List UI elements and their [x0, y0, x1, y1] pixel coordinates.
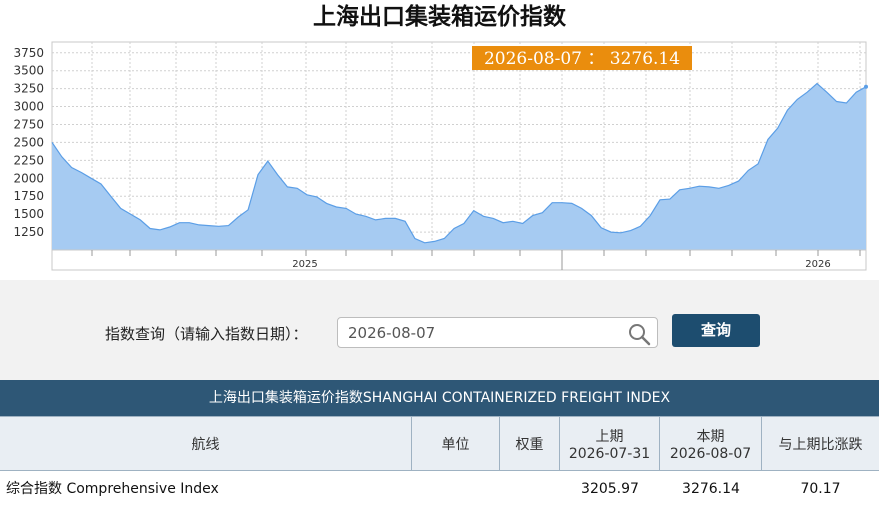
row-previous: 3205.97: [581, 481, 639, 497]
column-change-label: 与上期比涨跌: [778, 436, 863, 453]
row-unit: [412, 471, 500, 504]
row-weight: [500, 471, 560, 504]
column-current-label: 本期: [696, 428, 725, 445]
column-route: 航线: [0, 417, 412, 470]
column-previous-date: 2026-07-31: [568, 445, 651, 462]
column-weight: 权重: [500, 417, 560, 470]
query-label: 指数查询（请输入指数日期）：: [105, 325, 308, 343]
y-tick-label: 3750: [13, 46, 44, 60]
column-weight-label: 权重: [515, 436, 544, 453]
x-tick-label-2026: 2026: [805, 259, 830, 270]
date-value: 2026-08-07: [348, 324, 436, 342]
query-button[interactable]: 查询: [672, 314, 760, 347]
row-change: 70.17: [800, 481, 841, 497]
table-column-headers: 航线 单位 权重 上期 2026-07-31 本期 2026-08-07 与上期…: [0, 416, 879, 471]
y-tick-label: 2250: [13, 153, 44, 167]
query-panel: 指数查询（请输入指数日期）： 2026-08-07 查询: [0, 280, 879, 380]
sci-line-chart[interactable]: 3750 3500 3250 3000 2750 2500 2250 2000 1750 1500…: [0, 34, 879, 278]
column-route-label: 航线: [191, 436, 220, 453]
column-previous: 上期 2026-07-31: [560, 417, 660, 470]
x-axis-band: [51, 249, 867, 271]
search-icon[interactable]: [627, 322, 651, 346]
current-point: [864, 84, 868, 89]
date-input[interactable]: 2026-08-07: [337, 317, 658, 348]
y-tick-label: 1500: [13, 207, 44, 221]
page-title: 上海出口集装箱运价指数: [313, 3, 566, 30]
column-previous-label: 上期: [595, 428, 624, 445]
y-tick-label: 3250: [13, 82, 44, 96]
x-tick-label-2025: 2025: [292, 259, 317, 270]
column-unit-label: 单位: [441, 436, 470, 453]
y-tick-label: 3000: [13, 100, 44, 114]
chart-tooltip-text: 2026-08-07 ： 3276.14: [484, 49, 680, 69]
row-current: 3276.14: [682, 481, 740, 497]
column-current-date: 2026-08-07: [669, 445, 752, 462]
y-tick-label: 1750: [13, 189, 44, 203]
y-tick-label: 3500: [13, 64, 44, 78]
column-change: 与上期比涨跌: [762, 417, 879, 470]
y-tick-label: 2750: [13, 117, 44, 131]
column-unit: 单位: [412, 417, 500, 470]
row-route: 综合指数 Comprehensive Index: [6, 481, 219, 497]
table-title: 上海出口集装箱运价指数SHANGHAI CONTAINERIZED FREIGH…: [0, 380, 879, 416]
y-tick-label: 2000: [13, 171, 44, 185]
y-tick-label: 2500: [13, 135, 44, 149]
table-row: 综合指数 Comprehensive Index 3205.97 3276.14…: [0, 471, 879, 504]
column-current: 本期 2026-08-07: [660, 417, 762, 470]
y-tick-label: 1250: [13, 225, 44, 239]
